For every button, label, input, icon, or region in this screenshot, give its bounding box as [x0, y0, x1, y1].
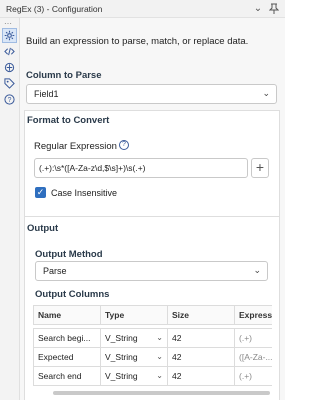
row-name-cell[interactable]: Search end: [33, 366, 101, 386]
help-icon[interactable]: ?: [2, 92, 17, 107]
tool-rail: ⋯ ?: [0, 18, 20, 400]
svg-text:?: ?: [8, 97, 12, 104]
row-name-cell[interactable]: Expected: [33, 347, 101, 367]
output-columns-table: Name Type Size Express Search begi... V_…: [33, 305, 272, 398]
chevron-down-icon: ⌄: [262, 88, 270, 98]
row-size-cell[interactable]: 42: [167, 328, 235, 348]
row-size-cell[interactable]: 42: [167, 347, 235, 367]
chevron-down-icon[interactable]: ⌄: [252, 3, 264, 15]
case-insensitive-checkbox[interactable]: ✓: [35, 187, 46, 198]
add-token-button[interactable]: +: [251, 158, 269, 178]
output-columns-label: Output Columns: [35, 289, 110, 300]
column-header-size[interactable]: Size: [167, 305, 235, 325]
pin-icon[interactable]: [268, 3, 280, 15]
row-type-select[interactable]: V_String ⌄: [100, 366, 168, 386]
output-label: Output: [27, 223, 59, 234]
title-bar: RegEx (3) - Configuration ⌄: [0, 0, 285, 18]
row-type-value: V_String: [105, 371, 138, 381]
column-to-parse-select[interactable]: Field1 ⌄: [26, 84, 277, 104]
chevron-down-icon: ⌄: [156, 371, 163, 380]
output-method-label: Output Method: [35, 249, 103, 260]
row-size-cell[interactable]: 42: [167, 366, 235, 386]
help-circle-icon[interactable]: ?: [119, 140, 129, 150]
regex-label: Regular Expression: [34, 141, 117, 152]
window-title: RegEx (3) - Configuration: [6, 4, 103, 14]
column-header-name[interactable]: Name: [33, 305, 101, 325]
table-row: Search end V_String ⌄ 42 (.+): [33, 366, 272, 386]
row-expression-cell: (.+): [234, 366, 272, 386]
row-type-value: V_String: [105, 333, 138, 343]
column-to-parse-label: Column to Parse: [26, 70, 102, 81]
code-icon[interactable]: [2, 44, 17, 59]
chevron-down-icon: ⌄: [156, 352, 163, 361]
layout-icon[interactable]: [2, 60, 17, 75]
format-to-convert-card: Format to Convert Regular Expression ? (…: [24, 110, 280, 228]
description-text: Build an expression to parse, match, or …: [26, 36, 249, 47]
case-insensitive-label: Case Insensitive: [51, 188, 118, 198]
regex-input[interactable]: (.+):\s*([A-Za-z\d,$\s]+)\s(.+): [34, 158, 248, 178]
configuration-icon[interactable]: [2, 28, 17, 43]
table-row: Search begi... V_String ⌄ 42 (.+): [33, 328, 272, 348]
chevron-down-icon: ⌄: [253, 265, 261, 275]
column-header-expression[interactable]: Express: [234, 305, 272, 325]
output-method-select[interactable]: Parse ⌄: [35, 261, 268, 281]
column-to-parse-value: Field1: [34, 89, 59, 99]
configuration-panel: Build an expression to parse, match, or …: [20, 18, 285, 400]
tag-icon[interactable]: [2, 76, 17, 91]
horizontal-scrollbar[interactable]: [53, 391, 270, 395]
format-to-convert-label: Format to Convert: [27, 115, 110, 126]
regex-value: (.+):\s*([A-Za-z\d,$\s]+)\s(.+): [39, 163, 146, 173]
column-header-type[interactable]: Type: [100, 305, 168, 325]
row-expression-cell: ([A-Za-...: [234, 347, 272, 367]
row-type-select[interactable]: V_String ⌄: [100, 328, 168, 348]
table-row: Expected V_String ⌄ 42 ([A-Za-...: [33, 347, 272, 367]
output-method-value: Parse: [43, 266, 67, 276]
row-type-select[interactable]: V_String ⌄: [100, 347, 168, 367]
table-header-row: Name Type Size Express: [33, 305, 272, 325]
chevron-down-icon: ⌄: [156, 333, 163, 342]
row-expression-cell: (.+): [234, 328, 272, 348]
row-type-value: V_String: [105, 352, 138, 362]
row-name-cell[interactable]: Search begi...: [33, 328, 101, 348]
grip-icon[interactable]: ⋯: [4, 19, 12, 28]
